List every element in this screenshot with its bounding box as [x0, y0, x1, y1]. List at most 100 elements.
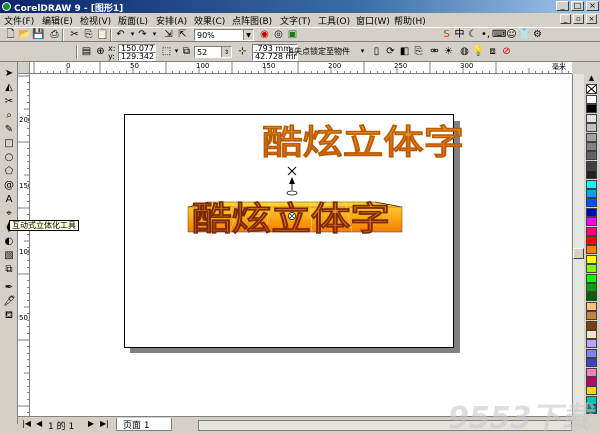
cut-icon[interactable]: ✂ — [68, 28, 81, 41]
palette-swatch[interactable] — [586, 132, 597, 142]
menu-tools[interactable]: 工具(O) — [318, 14, 350, 27]
vanishing-point-combo[interactable]: 消失点锁定至物件 — [284, 46, 354, 58]
prev-page-icon[interactable]: ◀ — [36, 419, 42, 428]
palette-swatch[interactable] — [586, 264, 597, 274]
add-preset-icon[interactable]: ⊕ — [94, 45, 107, 58]
freehand-tool-icon[interactable]: ✎ — [3, 124, 15, 136]
paste-icon[interactable]: 📋 — [96, 28, 109, 41]
interactive-extrude-tool-icon[interactable]: ⧉ — [3, 264, 15, 276]
next-page-icon[interactable]: ▶ — [88, 419, 94, 428]
color-wheel-icon[interactable]: ◍ — [458, 45, 471, 58]
depth-field[interactable]: 52 ⇕ — [194, 46, 232, 58]
maximize-button[interactable]: □ — [571, 1, 584, 11]
clone-icon[interactable]: ⧈ — [486, 45, 499, 58]
palette-swatch[interactable] — [586, 330, 597, 339]
page-tab[interactable]: 页面 1 — [116, 418, 172, 431]
palette-swatch[interactable] — [586, 348, 597, 358]
palette-swatch[interactable] — [586, 142, 597, 151]
spinner-icon[interactable]: ⇕ — [221, 47, 231, 57]
depth-icon[interactable]: ⧉ — [180, 45, 193, 58]
corel-online-icon[interactable]: ◎ — [272, 28, 285, 41]
application-launcher-icon[interactable]: ◉ — [258, 28, 271, 41]
ime-chinese-icon[interactable]: 中 — [453, 28, 466, 41]
menu-bitmaps[interactable]: 点阵图(B) — [232, 14, 272, 27]
palette-swatch[interactable] — [586, 292, 597, 302]
vertical-scrollbar[interactable] — [572, 74, 584, 416]
palette-swatch[interactable] — [586, 170, 597, 180]
lighting-icon[interactable]: 💡 — [472, 45, 485, 58]
light-icon[interactable]: ☀ — [442, 45, 455, 58]
fill-tool-icon[interactable]: ▧ — [3, 250, 15, 262]
minimize-button[interactable]: _ — [556, 1, 569, 11]
copy-extrude-icon[interactable]: ⎘ — [412, 45, 425, 58]
vanishing-point-icon[interactable]: ⊹ — [236, 45, 249, 58]
scrollbar-thumb[interactable] — [573, 248, 584, 259]
preset-icon[interactable]: ▤ — [80, 45, 93, 58]
menu-effects[interactable]: 效果(C) — [194, 14, 225, 27]
palette-swatch[interactable] — [586, 283, 597, 292]
clear-extrude-icon[interactable]: ⊘ — [500, 45, 513, 58]
palette-swatch[interactable] — [586, 339, 597, 349]
palette-swatch[interactable] — [586, 104, 597, 114]
eyedropper-tool-icon[interactable]: ⌖ — [3, 208, 15, 220]
polygon-tool-icon[interactable]: ⬠ — [3, 166, 15, 178]
palette-swatch[interactable] — [586, 179, 597, 189]
extruded-text[interactable]: 酷炫立体字 — [192, 199, 391, 239]
copy-icon[interactable]: ⎘ — [82, 28, 95, 41]
save-icon[interactable]: 💾 — [32, 28, 45, 41]
print-icon[interactable]: ⎙ — [48, 28, 61, 41]
chevron-down-icon[interactable]: ▾ — [356, 45, 369, 58]
menu-text[interactable]: 文字(T) — [280, 14, 311, 27]
drawing-canvas[interactable]: 酷炫立体字 酷炫立体字 — [30, 74, 572, 416]
menu-file[interactable]: 文件(F) — [4, 14, 34, 27]
vertical-ruler[interactable]: 200 150 100 50 — [18, 74, 30, 424]
palette-swatch[interactable] — [586, 236, 597, 245]
ime-moon-icon[interactable]: ☾ — [466, 28, 479, 41]
transparency-tool-icon[interactable]: ◐ — [3, 236, 15, 248]
palette-swatch[interactable] — [586, 160, 597, 170]
palette-swatch[interactable] — [586, 254, 597, 264]
first-page-icon[interactable]: |◀ — [22, 419, 31, 428]
palette-swatch[interactable] — [586, 198, 597, 208]
zoom-tool-icon[interactable]: ⌕ — [3, 110, 15, 122]
palette-swatch[interactable] — [586, 367, 597, 377]
palette-swatch[interactable] — [586, 151, 597, 161]
ruler-origin[interactable] — [18, 62, 30, 74]
palette-swatch[interactable] — [586, 273, 597, 283]
ime-settings-icon[interactable]: ⚙ — [531, 28, 544, 41]
horizontal-ruler[interactable]: 0 50 100 150 200 250 300 毫米 — [30, 62, 572, 74]
close-button[interactable]: × — [586, 1, 599, 11]
redo-dropdown-icon[interactable]: ▾ — [148, 28, 161, 41]
rectangle-tool-icon[interactable]: □ — [3, 138, 15, 150]
palette-swatch[interactable] — [586, 217, 597, 227]
pick-tool-icon[interactable]: ➤ — [3, 68, 15, 80]
open-icon[interactable]: 📂 — [18, 28, 31, 41]
bevel-icon[interactable]: ⚮ — [428, 45, 441, 58]
menu-help[interactable]: 帮助(H) — [394, 14, 426, 27]
shape-tool-icon[interactable]: ◭ — [3, 82, 15, 94]
headline-text[interactable]: 酷炫立体字 — [262, 123, 465, 164]
palette-swatch[interactable] — [586, 189, 597, 198]
bucket-tool-icon[interactable]: ⛾ — [3, 310, 15, 322]
menu-view[interactable]: 检视(V) — [80, 14, 111, 27]
pen-tool-icon[interactable]: 🖋 — [3, 296, 16, 308]
rotation-icon[interactable]: ⟳ — [384, 45, 397, 58]
ime-keyboard-icon[interactable]: ⌨ — [492, 28, 506, 41]
palette-swatch[interactable] — [586, 358, 597, 368]
export-icon[interactable]: ⇱ — [176, 28, 189, 41]
palette-swatch[interactable] — [586, 311, 597, 321]
scrapbook-icon[interactable]: ▣ — [286, 28, 299, 41]
new-icon[interactable]: 🗋 — [4, 28, 17, 41]
text-tool-icon[interactable]: A — [3, 194, 15, 206]
ime-shirt-icon[interactable]: 👕 — [518, 28, 531, 41]
doc-close-button[interactable]: × — [586, 14, 597, 24]
last-page-icon[interactable]: ▶| — [100, 419, 109, 428]
palette-swatch[interactable] — [586, 320, 597, 330]
import-icon[interactable]: ⇲ — [162, 28, 175, 41]
menu-edit[interactable]: 编辑(E) — [42, 14, 73, 27]
doc-minimize-button[interactable]: _ — [560, 14, 571, 24]
knife-tool-icon[interactable]: ✂ — [3, 96, 15, 108]
coreldraw-app-icon[interactable] — [2, 2, 11, 11]
palette-swatch[interactable] — [586, 226, 597, 236]
ime-s-icon[interactable]: S — [440, 28, 453, 41]
